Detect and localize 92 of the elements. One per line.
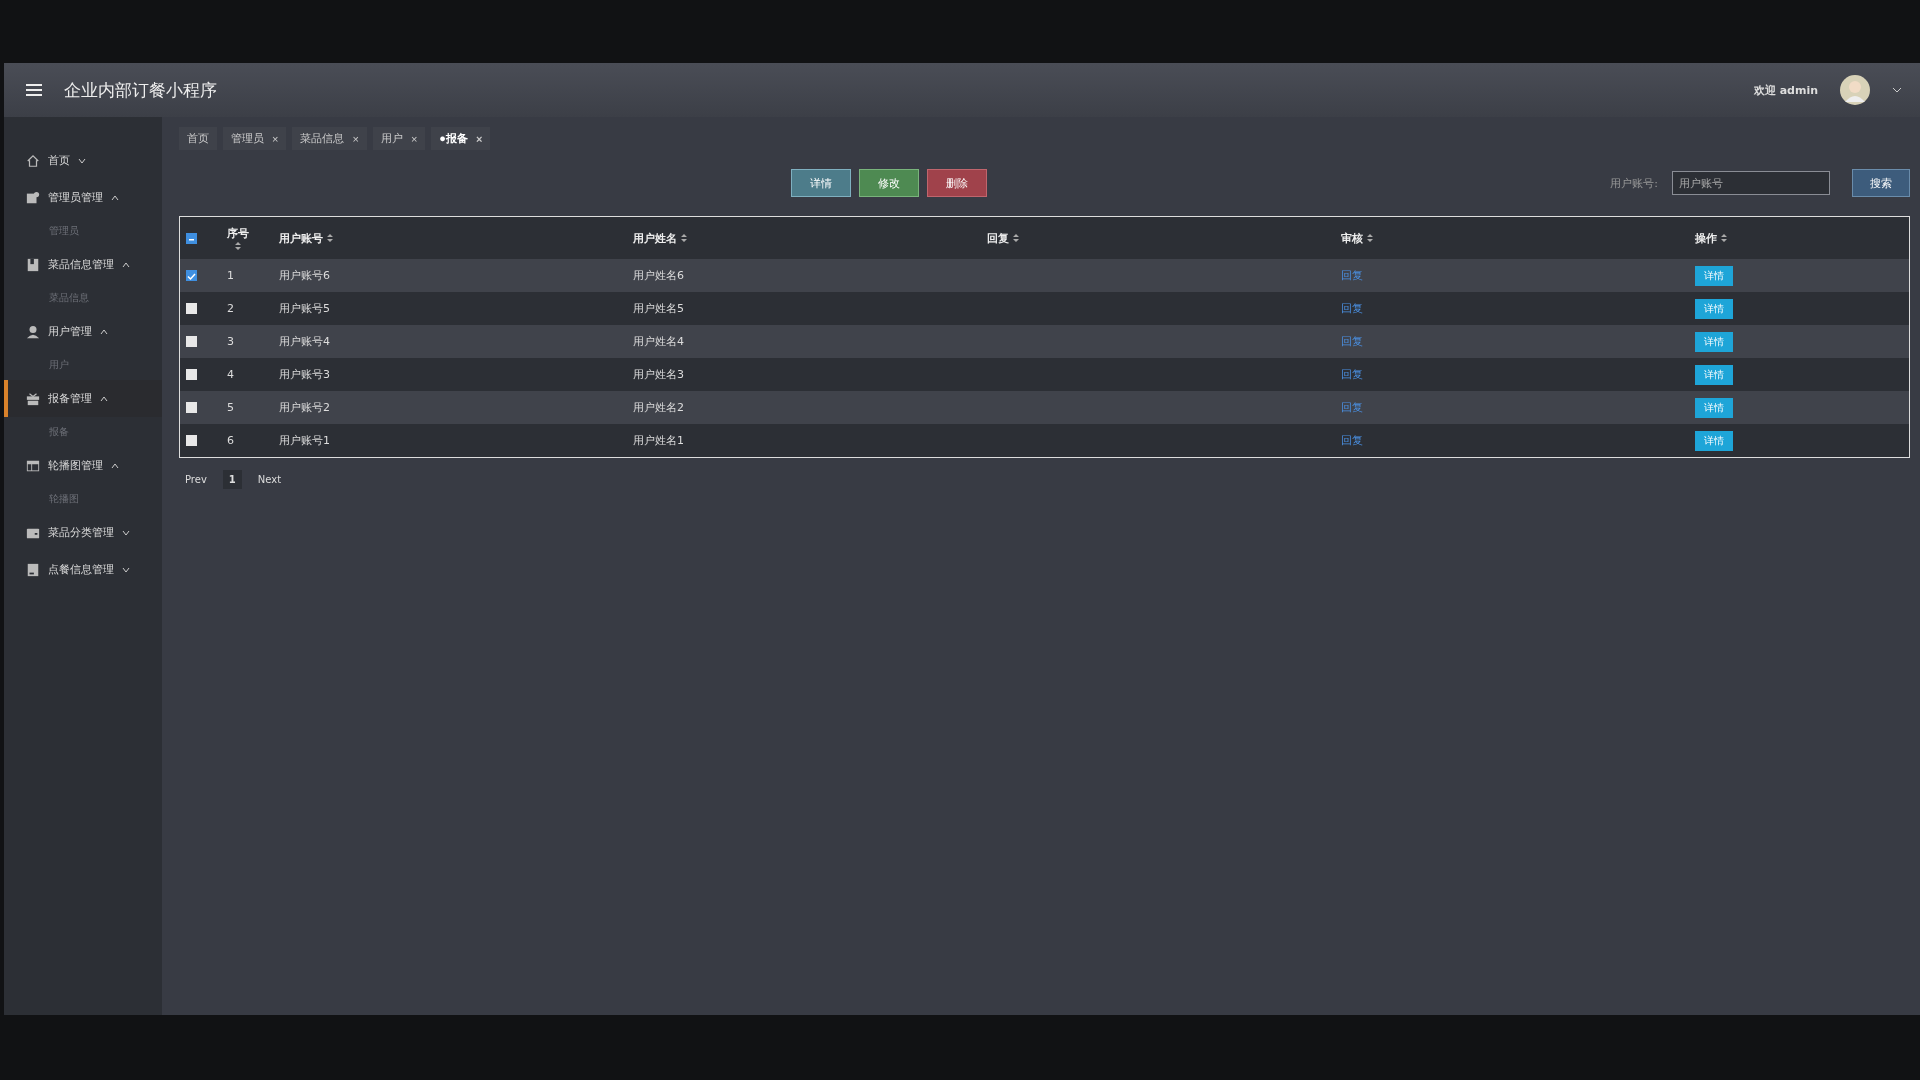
search-label: 用户账号:	[1610, 175, 1658, 191]
column-header[interactable]: 操作	[1695, 230, 1717, 246]
sort-icon[interactable]	[1013, 233, 1019, 243]
sidebar-item[interactable]: 首页	[4, 142, 162, 179]
page-button[interactable]: 1	[222, 470, 242, 489]
sort-icon[interactable]	[681, 233, 687, 243]
close-icon[interactable]: ×	[475, 132, 483, 145]
edit-button[interactable]: 修改	[859, 169, 919, 197]
table-row[interactable]: 1 用户账号6 用户姓名6 回复 详情	[179, 259, 1910, 292]
table-cell: 用户姓名5	[633, 302, 684, 315]
reply-link[interactable]: 回复	[1341, 368, 1363, 381]
drive-icon	[26, 562, 40, 577]
caret-icon	[111, 193, 119, 202]
sidebar-item[interactable]: 点餐信息管理	[4, 551, 162, 588]
table-cell: 1	[227, 269, 234, 282]
search-button[interactable]: 搜索	[1852, 169, 1910, 197]
caret-icon[interactable]	[1892, 85, 1902, 95]
table-cell: 用户账号2	[279, 401, 330, 414]
caret-icon	[122, 260, 130, 269]
caret-icon	[122, 528, 130, 537]
avatar[interactable]	[1840, 75, 1870, 105]
row-checkbox[interactable]	[186, 402, 197, 413]
table-cell: 用户账号3	[279, 368, 330, 381]
sidebar-item[interactable]: 轮播图管理	[4, 447, 162, 484]
table-row[interactable]: 6 用户账号1 用户姓名1 回复 详情	[179, 424, 1910, 458]
caret-icon	[100, 327, 108, 336]
sidebar-item[interactable]: 管理员管理	[4, 179, 162, 216]
gift-icon	[26, 391, 40, 406]
table-cell: 用户账号5	[279, 302, 330, 315]
table-cell: 用户姓名3	[633, 368, 684, 381]
table-cell: 用户账号6	[279, 269, 330, 282]
close-icon[interactable]: ×	[272, 132, 279, 145]
sort-icon[interactable]	[327, 233, 333, 243]
table-cell: 用户姓名2	[633, 401, 684, 414]
tab[interactable]: 用户 ×	[372, 127, 426, 150]
sidebar-item[interactable]: 用户管理	[4, 313, 162, 350]
column-header[interactable]: 用户姓名	[633, 230, 677, 246]
table-cell: 用户姓名1	[633, 434, 684, 447]
table-row[interactable]: 3 用户账号4 用户姓名4 回复 详情	[179, 325, 1910, 358]
table-cell: 用户账号4	[279, 335, 330, 348]
sort-icon[interactable]	[235, 240, 241, 251]
caret-icon	[100, 394, 108, 403]
sidebar-item[interactable]: 报备管理	[4, 380, 162, 417]
next-link[interactable]: Next	[251, 470, 288, 489]
table-icon	[26, 458, 40, 473]
tab[interactable]: 菜品信息 ×	[292, 127, 367, 150]
table-cell: 用户姓名6	[633, 269, 684, 282]
app-title: 企业内部订餐小程序	[64, 78, 218, 102]
welcome-text: 欢迎 admin	[1753, 82, 1818, 98]
delete-button[interactable]: 删除	[927, 169, 987, 197]
column-header[interactable]: 用户账号	[279, 230, 323, 246]
caret-icon	[78, 156, 86, 165]
sort-icon[interactable]	[1721, 233, 1727, 243]
home-icon	[26, 153, 40, 168]
row-checkbox[interactable]	[186, 303, 197, 314]
row-checkbox[interactable]	[186, 435, 197, 446]
bookmark-icon	[26, 257, 40, 272]
tab[interactable]: 首页	[179, 127, 217, 150]
table-cell: 2	[227, 302, 234, 315]
table-cell: 用户账号1	[279, 434, 330, 447]
table-cell: 5	[227, 401, 234, 414]
close-icon[interactable]: ×	[410, 132, 418, 145]
user-icon	[26, 324, 40, 339]
sort-icon[interactable]	[1367, 233, 1373, 243]
caret-icon	[111, 461, 119, 470]
table-row[interactable]: 4 用户账号3 用户姓名3 回复 详情	[179, 358, 1910, 391]
reply-link[interactable]: 回复	[1341, 434, 1363, 447]
row-checkbox[interactable]	[186, 270, 197, 281]
close-icon[interactable]: ×	[352, 132, 359, 145]
table-cell: 4	[227, 368, 234, 381]
row-checkbox[interactable]	[186, 336, 197, 347]
info-button[interactable]: 详情	[791, 169, 851, 197]
table-cell: 3	[227, 335, 234, 348]
menu-icon[interactable]	[26, 83, 42, 97]
tab[interactable]: ●报备 ×	[431, 127, 491, 150]
column-header[interactable]: 回复	[987, 230, 1009, 246]
reply-link[interactable]: 回复	[1341, 302, 1363, 315]
sidebar-item[interactable]: 菜品信息管理	[4, 246, 162, 283]
table-cell: 用户姓名4	[633, 335, 684, 348]
tab[interactable]: 管理员 ×	[223, 127, 287, 150]
column-header[interactable]: 审核	[1341, 230, 1363, 246]
sidebar-item[interactable]: 菜品分类管理	[4, 514, 162, 551]
check-icon	[186, 271, 197, 282]
table-cell: 6	[227, 434, 234, 447]
prev-link[interactable]: Prev	[179, 470, 213, 489]
search-field[interactable]: 用户账号	[1672, 171, 1830, 195]
select-all-checkbox[interactable]	[186, 232, 197, 244]
table-row[interactable]: 5 用户账号2 用户姓名2 回复 详情	[179, 391, 1910, 424]
column-header[interactable]: 序号	[227, 225, 249, 241]
row-checkbox[interactable]	[186, 369, 197, 380]
table-row[interactable]: 2 用户账号5 用户姓名5 回复 详情	[179, 292, 1910, 325]
caret-icon	[122, 565, 130, 574]
